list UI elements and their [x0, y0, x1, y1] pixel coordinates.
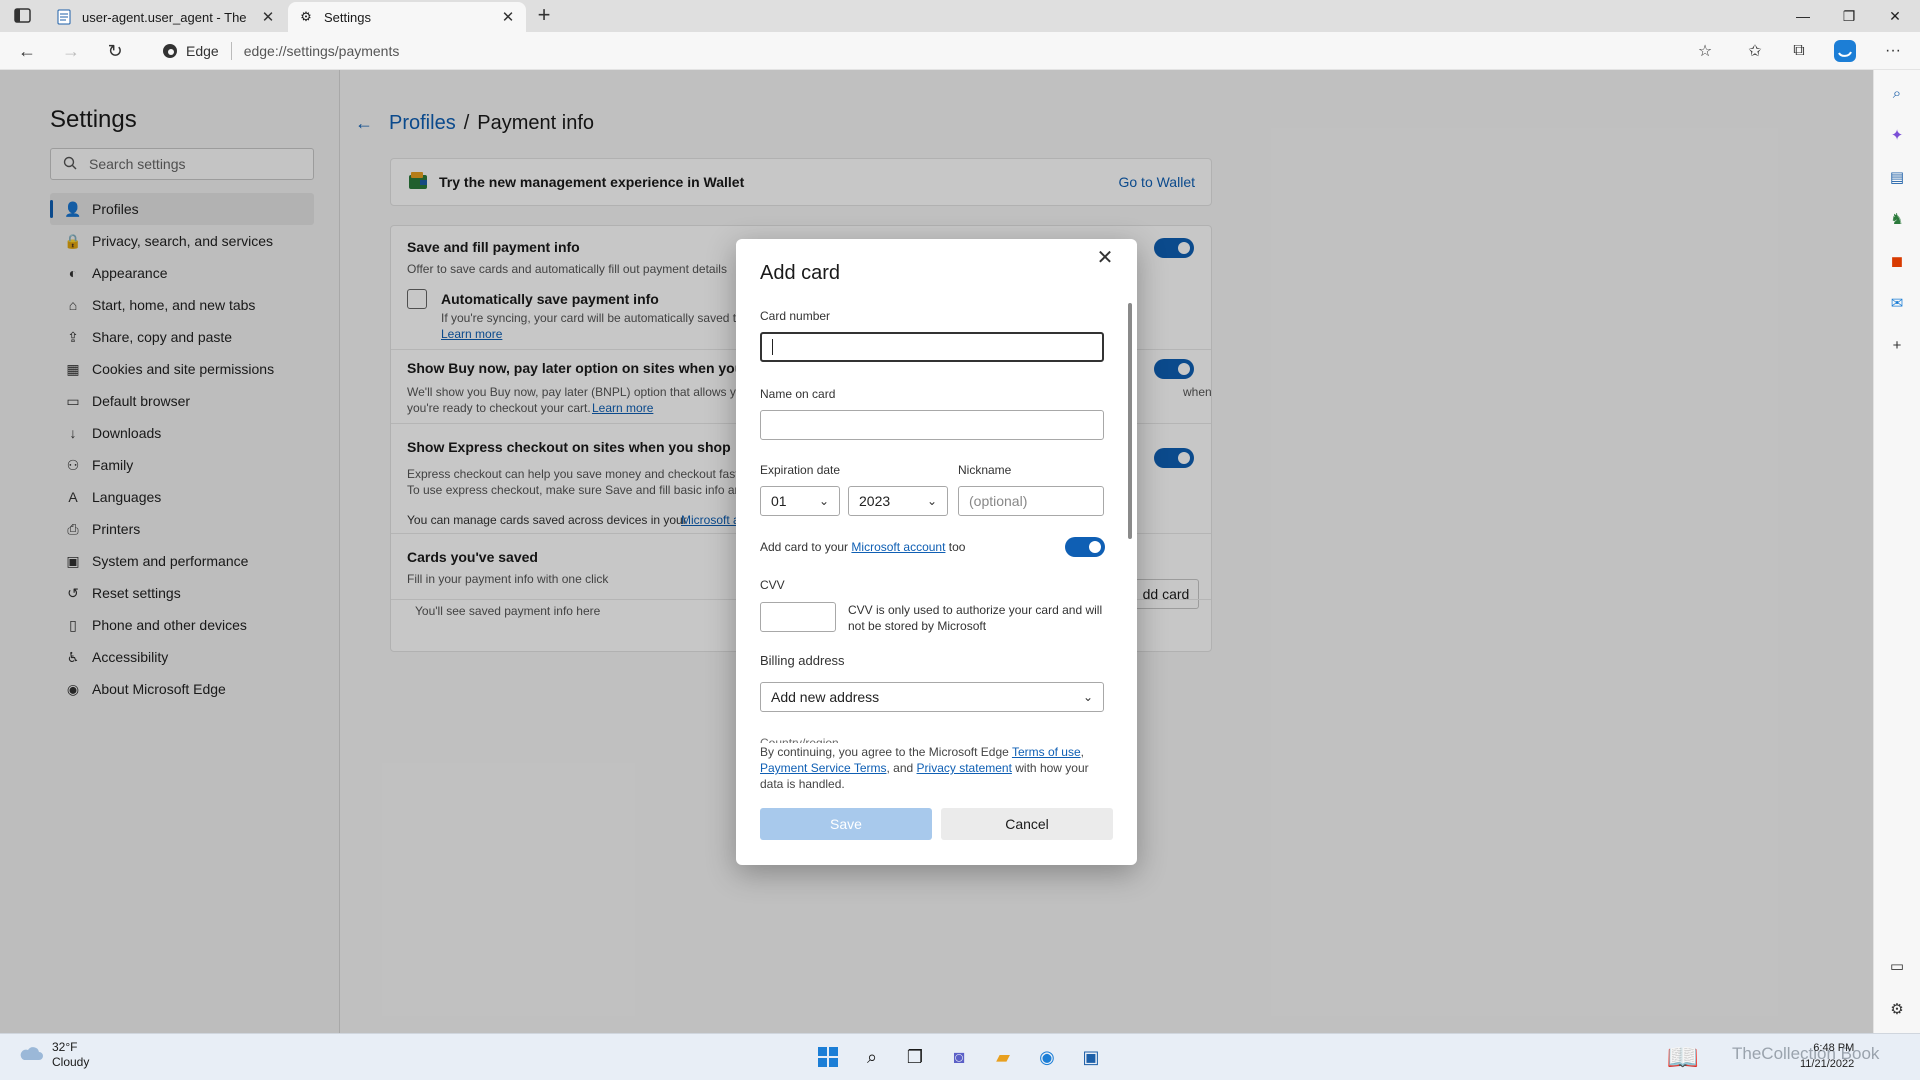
sidebar-layout-icon[interactable]: ▭: [1886, 955, 1908, 977]
card-number-field[interactable]: [760, 332, 1104, 362]
start-icon[interactable]: [813, 1042, 843, 1072]
exp-year-value: 2023: [859, 493, 891, 509]
edge-label: Edge: [186, 43, 219, 59]
minimize-icon[interactable]: —: [1780, 0, 1826, 32]
edge-sidebar: ⌕ ✦ ▤ ♞ ◼ ✉ + ▭ ⚙: [1873, 70, 1920, 1033]
save-button[interactable]: Save: [760, 808, 932, 840]
refresh-icon[interactable]: ↻: [102, 39, 128, 63]
privacy-statement-link[interactable]: Privacy statement: [917, 761, 1012, 775]
ms-account-prefix: Add card to your: [760, 540, 849, 554]
text-caret: [772, 339, 773, 355]
dialog-scrollbar[interactable]: [1128, 303, 1132, 539]
cvv-field[interactable]: [760, 602, 836, 632]
cloud-icon: [18, 1044, 44, 1066]
nickname-placeholder: (optional): [969, 493, 1028, 509]
favorites-icon[interactable]: ✩: [1742, 39, 1768, 63]
games-icon[interactable]: ♞: [1886, 208, 1908, 230]
close-tab-icon[interactable]: ✕: [260, 8, 276, 26]
tab-settings[interactable]: ⚙ Settings ✕: [288, 2, 526, 32]
close-tab-icon[interactable]: ✕: [500, 8, 516, 26]
cvv-label: CVV: [760, 578, 785, 592]
more-icon[interactable]: ···: [1880, 39, 1906, 63]
exp-year-select[interactable]: 2023 ⌄: [848, 486, 948, 516]
tab-user-agent[interactable]: user-agent.user_agent - The Coll ✕: [46, 2, 286, 32]
forward-icon[interactable]: →: [58, 39, 84, 63]
chevron-down-icon: ⌄: [926, 494, 937, 508]
exp-month-value: 01: [771, 493, 787, 509]
add-icon[interactable]: +: [1886, 334, 1908, 356]
clock-time: 6:48 PM: [1813, 1042, 1855, 1054]
billing-value: Add new address: [771, 689, 880, 705]
weather-widget[interactable]: 32°F Cloudy: [18, 1040, 89, 1070]
tab-title: user-agent.user_agent - The Coll: [82, 9, 250, 25]
nickname-field[interactable]: (optional): [958, 486, 1104, 516]
url-box[interactable]: Edge edge://settings/payments: [152, 37, 1692, 65]
cvv-note: CVV is only used to authorize your card …: [848, 603, 1103, 633]
folder-icon[interactable]: ▰: [988, 1042, 1018, 1072]
expiration-label: Expiration date: [760, 463, 841, 477]
search-icon[interactable]: ⌕: [1886, 82, 1908, 104]
cancel-button[interactable]: Cancel: [941, 808, 1113, 840]
payment-terms-link[interactable]: Payment Service Terms: [760, 761, 887, 775]
exp-month-select[interactable]: 01 ⌄: [760, 486, 840, 516]
chevron-down-icon: ⌄: [818, 494, 829, 508]
task-view-icon[interactable]: ❐: [900, 1042, 930, 1072]
taskbar: 32°F Cloudy ⌕ ❐ ◙ ▰ ◉ ▣ 📖 TheCollection …: [0, 1033, 1920, 1080]
teams-icon[interactable]: ◙: [944, 1042, 974, 1072]
tab-bar: user-agent.user_agent - The Coll ✕ ⚙ Set…: [0, 0, 1920, 32]
terms-and: , and: [886, 761, 914, 775]
clock-date: 11/21/2022: [1800, 1058, 1855, 1070]
nickname-label: Nickname: [958, 463, 1012, 477]
office-icon[interactable]: ◼: [1886, 250, 1908, 272]
ms-account-text: Add card to your Microsoft account too: [760, 539, 965, 555]
terms-text: By continuing, you agree to the Microsof…: [760, 745, 1089, 791]
terms-prefix: By continuing, you agree to the Microsof…: [760, 745, 1009, 759]
restore-icon[interactable]: ❐: [1826, 0, 1872, 32]
close-icon[interactable]: ✕: [1094, 247, 1116, 269]
billing-address-select[interactable]: Add new address ⌄: [760, 682, 1104, 712]
name-on-card-field[interactable]: [760, 410, 1104, 440]
book-icon: 📖: [1666, 1041, 1700, 1072]
briefcase-icon[interactable]: ▤: [1886, 166, 1908, 188]
card-number-label: Card number: [760, 309, 831, 323]
ms-account-suffix: too: [948, 540, 966, 554]
profile-avatar-icon[interactable]: [1832, 39, 1858, 63]
store-icon[interactable]: ▣: [1076, 1042, 1106, 1072]
back-icon[interactable]: ←: [14, 39, 40, 63]
edge-icon[interactable]: ◉: [1032, 1042, 1062, 1072]
billing-label: Billing address: [760, 653, 845, 668]
omnibox-divider: [230, 42, 232, 60]
gear-icon[interactable]: ⚙: [1886, 998, 1908, 1020]
ms-account-toggle[interactable]: [1065, 537, 1105, 557]
outlook-icon[interactable]: ✉: [1886, 292, 1908, 314]
weather-temp: 32°F: [52, 1040, 78, 1054]
search-icon[interactable]: ⌕: [857, 1042, 887, 1072]
url-text[interactable]: edge://settings/payments: [244, 43, 400, 59]
clock[interactable]: 6:48 PM 11/21/2022: [1800, 1040, 1854, 1072]
close-window-icon[interactable]: ✕: [1872, 0, 1918, 32]
add-card-dialog: Add card ✕ Card number Name on card Expi…: [736, 239, 1137, 865]
country-label: Country/region: [760, 736, 839, 743]
tab-actions-icon[interactable]: [12, 7, 34, 25]
collections-icon[interactable]: ⧉: [1786, 39, 1812, 63]
tab-title: Settings: [324, 9, 371, 25]
chevron-down-icon: ⌄: [1082, 690, 1093, 704]
sparkle-icon[interactable]: ✦: [1886, 124, 1908, 146]
dialog-title: Add card: [760, 262, 841, 284]
weather-condition: Cloudy: [52, 1055, 90, 1069]
document-icon: [56, 9, 72, 25]
microsoft-account-link[interactable]: Microsoft account: [851, 540, 945, 554]
new-tab-button[interactable]: +: [532, 4, 556, 28]
add-favorite-icon[interactable]: ☆: [1692, 39, 1718, 63]
name-on-card-label: Name on card: [760, 387, 836, 401]
gear-icon: ⚙: [300, 9, 312, 24]
edge-logo-icon: [162, 43, 178, 62]
terms-of-use-link[interactable]: Terms of use: [1012, 745, 1081, 759]
address-bar: ← → ↻ Edge edge://settings/payments ☆ ✩ …: [0, 32, 1920, 70]
